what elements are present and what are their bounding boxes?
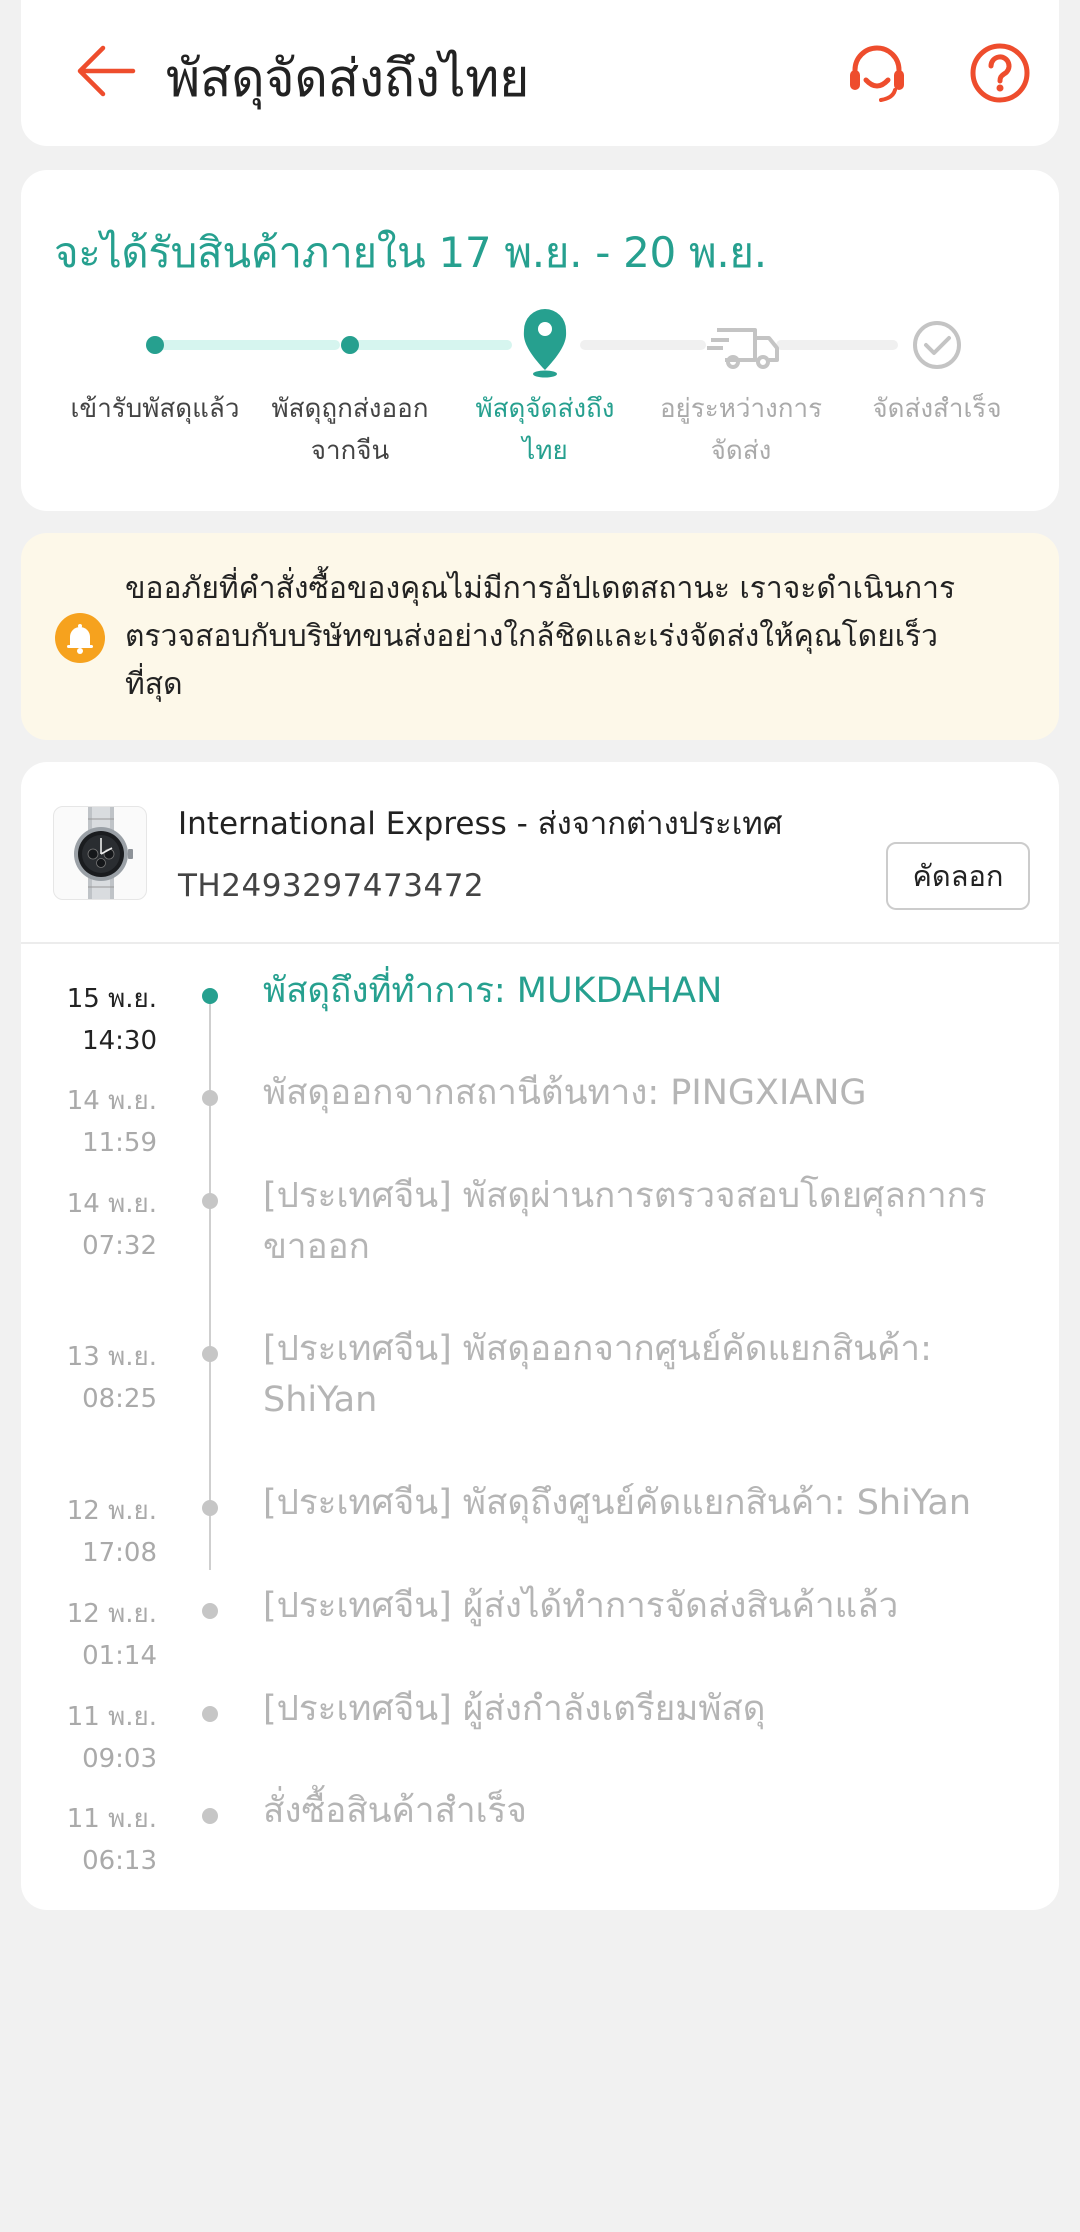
event-dot <box>202 1808 218 1824</box>
event-datetime: 15 พ.ย. 14:30 <box>66 984 157 1056</box>
event-datetime: 11 พ.ย. 06:13 <box>66 1804 157 1876</box>
back-button[interactable] <box>73 38 139 104</box>
headset-icon <box>850 45 904 102</box>
question-circle-icon <box>970 43 1030 103</box>
event-dot <box>202 1346 218 1362</box>
event-description: พัสดุถึงที่ทำการ: MUKDAHAN <box>263 971 723 1011</box>
step-dot-exported <box>341 336 359 354</box>
check-circle-icon <box>913 321 961 369</box>
step-label-delivered: จัดส่งสำเร็จ <box>872 394 1002 424</box>
event-datetime: 11 พ.ย. 09:03 <box>66 1702 157 1774</box>
bell-icon <box>55 613 105 663</box>
step-label-exported-from-china: พัสดุถูกส่งออก จากจีน <box>271 394 429 466</box>
event-description: [ประเทศจีน] พัสดุถึงศูนย์คัดแยกสินค้า: S… <box>263 1483 972 1523</box>
step-label-arrived-thailand: พัสดุจัดส่งถึง ไทย <box>475 394 615 466</box>
page-title: พัสดุจัดส่งถึงไทย <box>166 49 529 109</box>
event-datetime: 12 พ.ย. 17:08 <box>66 1496 157 1568</box>
shipment-details-card: International Express - ส่งจากต่างประเทศ… <box>21 762 1059 1910</box>
event-datetime: 12 พ.ย. 01:14 <box>66 1599 157 1671</box>
delay-notice: ขออภัยที่คำสั่งซื้อของคุณไม่มีการอัปเดตส… <box>21 533 1059 740</box>
event-dot <box>202 1090 218 1106</box>
event-dot <box>202 1706 218 1722</box>
notice-message: ขออภัยที่คำสั่งซื้อของคุณไม่มีการอัปเดตส… <box>125 571 956 702</box>
watch-image <box>74 807 133 899</box>
delivery-progress-card: จะได้รับสินค้าภายใน 17 พ.ย. - 20 พ.ย. เข… <box>21 170 1059 511</box>
product-thumbnail <box>53 806 147 900</box>
event-dot <box>202 1193 218 1209</box>
step-label-in-transit: อยู่ระหว่างการ จัดส่ง <box>659 394 823 466</box>
delivery-truck-icon <box>707 328 779 369</box>
event-description: พัสดุออกจากสถานีต้นทาง: PINGXIANG <box>263 1073 867 1113</box>
customer-support-button[interactable] <box>843 40 911 108</box>
event-description: [ประเทศจีน] พัสดุผ่านการตรวจสอบโดยศุลกาก… <box>263 1176 987 1267</box>
courier-name: International Express - ส่งจากต่างประเทศ <box>178 806 783 842</box>
estimated-delivery-date: จะได้รับสินค้าภายใน 17 พ.ย. - 20 พ.ย. <box>54 228 767 277</box>
divider <box>21 942 1059 944</box>
event-datetime: 14 พ.ย. 11:59 <box>66 1086 157 1158</box>
copy-tracking-button[interactable]: คัดลอก <box>886 842 1030 910</box>
event-description: [ประเทศจีน] พัสดุออกจากศูนย์คัดแยกสินค้า… <box>263 1329 932 1420</box>
arrow-left-icon <box>77 45 136 97</box>
event-datetime: 13 พ.ย. 08:25 <box>66 1342 157 1414</box>
event-description: [ประเทศจีน] ผู้ส่งได้ทำการจัดส่งสินค้าแล… <box>263 1586 899 1626</box>
top-bar: พัสดุจัดส่งถึงไทย <box>21 0 1059 146</box>
tracking-number: TH2493297473472 <box>178 868 485 904</box>
event-dot <box>202 988 218 1004</box>
step-dot-picked-up <box>146 336 164 354</box>
event-datetime: 14 พ.ย. 07:32 <box>66 1189 157 1261</box>
timeline-line <box>209 990 211 1570</box>
event-description: [ประเทศจีน] ผู้ส่งกำลังเตรียมพัสดุ <box>263 1689 766 1729</box>
event-dot <box>202 1603 218 1619</box>
progress-tracker <box>146 309 961 378</box>
step-label-picked-up: เข้ารับพัสดุแล้ว <box>70 394 240 424</box>
event-description: สั่งซื้อสินค้าสำเร็จ <box>263 1791 527 1831</box>
help-button[interactable] <box>967 40 1033 106</box>
location-pin-icon <box>523 309 567 378</box>
event-dot <box>202 1500 218 1516</box>
